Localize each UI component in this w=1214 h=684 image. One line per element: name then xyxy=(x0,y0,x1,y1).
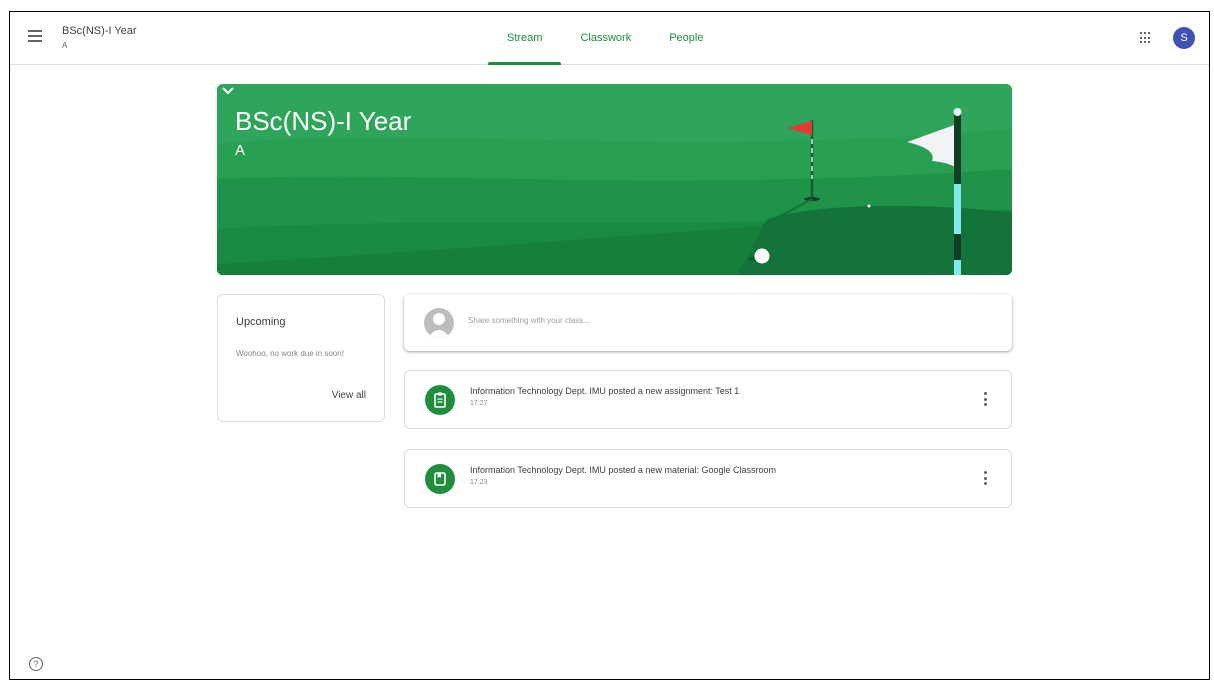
assignment-icon xyxy=(425,385,455,415)
tab-people[interactable]: People xyxy=(650,12,722,64)
post-time: 17:27 xyxy=(470,400,488,407)
share-placeholder: Share something with your class... xyxy=(468,316,590,325)
tab-stream[interactable]: Stream xyxy=(488,12,562,65)
class-banner: BSc(NS)-I Year A xyxy=(217,84,1012,275)
stream-post[interactable]: Information Technology Dept. IMU posted … xyxy=(404,449,1012,508)
top-app-bar: BSc(NS)-I Year A Stream Classwork People… xyxy=(10,12,1209,65)
post-time: 17:23 xyxy=(470,479,488,486)
chevron-down-icon[interactable] xyxy=(217,84,239,98)
menu-icon[interactable] xyxy=(28,30,42,42)
post-text: Information Technology Dept. IMU posted … xyxy=(470,386,740,396)
banner-class-title: BSc(NS)-I Year xyxy=(235,106,412,136)
view-all-link[interactable]: View all xyxy=(332,390,366,401)
user-avatar-icon xyxy=(424,308,454,338)
stream-post[interactable]: Information Technology Dept. IMU posted … xyxy=(404,370,1012,429)
more-options-icon[interactable] xyxy=(984,392,987,406)
google-apps-icon[interactable] xyxy=(1140,32,1152,44)
account-avatar[interactable]: S xyxy=(1173,27,1195,49)
material-icon xyxy=(425,464,455,494)
class-title[interactable]: BSc(NS)-I Year xyxy=(62,25,137,37)
banner-section: A xyxy=(235,142,246,159)
tab-bar: Stream Classwork People xyxy=(488,12,722,65)
class-section: A xyxy=(62,41,68,50)
tab-classwork[interactable]: Classwork xyxy=(561,12,650,64)
classroom-window: BSc(NS)-I Year A Stream Classwork People… xyxy=(9,11,1210,680)
share-announcement-box[interactable]: Share something with your class... xyxy=(404,294,1012,351)
more-options-icon[interactable] xyxy=(984,471,987,485)
help-icon[interactable]: ? xyxy=(29,657,43,671)
upcoming-card: Upcoming Woohoo, no work due in soon! Vi… xyxy=(217,294,385,422)
upcoming-message: Woohoo, no work due in soon! xyxy=(236,349,344,358)
upcoming-title: Upcoming xyxy=(236,316,286,328)
post-text: Information Technology Dept. IMU posted … xyxy=(470,465,776,475)
